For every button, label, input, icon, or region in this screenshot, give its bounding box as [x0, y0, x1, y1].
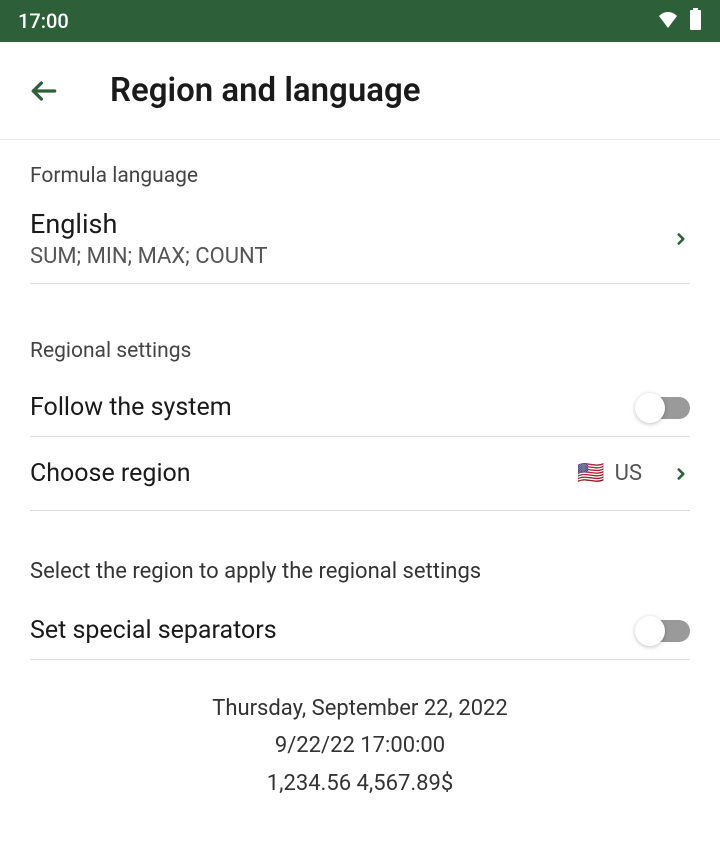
- preview-numbers: 1,234.56 4,567.89$: [30, 765, 690, 802]
- status-time: 17:00: [18, 9, 69, 33]
- separators-label: Set special separators: [30, 616, 277, 645]
- battery-icon: [689, 8, 702, 35]
- follow-system-item[interactable]: Follow the system: [30, 379, 690, 437]
- flag-icon: 🇺🇸: [577, 461, 604, 486]
- regional-helper-text: Select the region to apply the regional …: [30, 541, 690, 602]
- region-code: US: [615, 461, 642, 486]
- chevron-right-icon: [672, 230, 690, 248]
- separators-toggle[interactable]: [638, 620, 690, 642]
- app-header: Region and language: [0, 42, 720, 140]
- status-bar: 17:00: [0, 0, 720, 42]
- preview-date-long: Thursday, September 22, 2022: [30, 690, 690, 727]
- follow-system-label: Follow the system: [30, 393, 232, 422]
- status-icons: [657, 8, 702, 35]
- follow-system-toggle[interactable]: [638, 397, 690, 419]
- choose-region-item[interactable]: Choose region 🇺🇸 US: [30, 437, 690, 511]
- formula-example: SUM; MIN; MAX; COUNT: [30, 244, 268, 269]
- chevron-right-icon: [672, 465, 690, 483]
- back-button[interactable]: [28, 75, 60, 107]
- regional-section-label: Regional settings: [30, 329, 690, 379]
- separators-item[interactable]: Set special separators: [30, 602, 690, 660]
- format-preview: Thursday, September 22, 2022 9/22/22 17:…: [30, 660, 690, 832]
- formula-language-value: English: [30, 208, 268, 240]
- formula-language-item[interactable]: English SUM; MIN; MAX; COUNT: [30, 208, 690, 284]
- preview-datetime: 9/22/22 17:00:00: [30, 727, 690, 764]
- wifi-icon: [657, 9, 679, 33]
- content: Formula language English SUM; MIN; MAX; …: [0, 140, 720, 832]
- choose-region-label: Choose region: [30, 459, 191, 488]
- page-title: Region and language: [110, 71, 421, 110]
- formula-section-label: Formula language: [30, 140, 690, 208]
- region-value: 🇺🇸 US: [577, 461, 642, 486]
